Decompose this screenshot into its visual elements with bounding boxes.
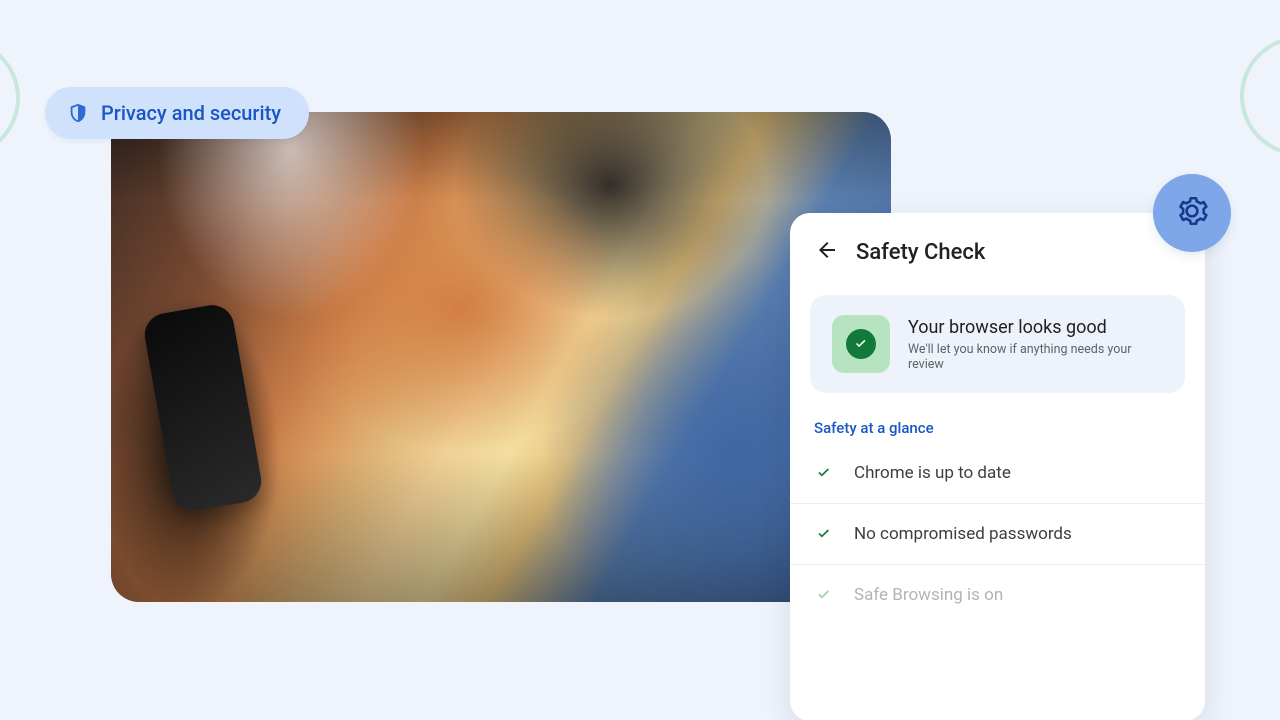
status-card: Your browser looks good We'll let you kn… — [810, 295, 1185, 393]
decorative-arc-right — [1240, 36, 1280, 156]
badge-label: Privacy and security — [101, 101, 281, 125]
check-icon — [814, 524, 834, 544]
check-row-label: Safe Browsing is on — [854, 585, 1003, 605]
shield-check-icon — [846, 329, 876, 359]
lifestyle-photo — [111, 112, 891, 602]
settings-button[interactable] — [1153, 174, 1231, 252]
check-row-update[interactable]: Chrome is up to date — [790, 443, 1205, 504]
card-header: Safety Check — [790, 239, 1205, 283]
safety-check-card: Safety Check Your browser looks good We'… — [790, 213, 1205, 720]
check-row-passwords[interactable]: No compromised passwords — [790, 504, 1205, 565]
privacy-security-badge[interactable]: Privacy and security — [45, 87, 309, 139]
check-icon — [814, 585, 834, 605]
gear-icon — [1175, 194, 1209, 232]
check-icon — [814, 463, 834, 483]
decorative-arc-left — [0, 38, 20, 158]
status-subtitle: We'll let you know if anything needs you… — [908, 342, 1163, 372]
section-label: Safety at a glance — [814, 419, 1181, 437]
back-button[interactable] — [814, 239, 840, 265]
status-title: Your browser looks good — [908, 317, 1163, 338]
check-row-label: Chrome is up to date — [854, 463, 1011, 483]
shield-icon — [67, 102, 89, 124]
arrow-left-icon — [815, 238, 839, 266]
check-row-label: No compromised passwords — [854, 524, 1072, 544]
check-row-safe-browsing[interactable]: Safe Browsing is on — [790, 565, 1205, 625]
status-icon-container — [832, 315, 890, 373]
card-title: Safety Check — [856, 240, 985, 265]
